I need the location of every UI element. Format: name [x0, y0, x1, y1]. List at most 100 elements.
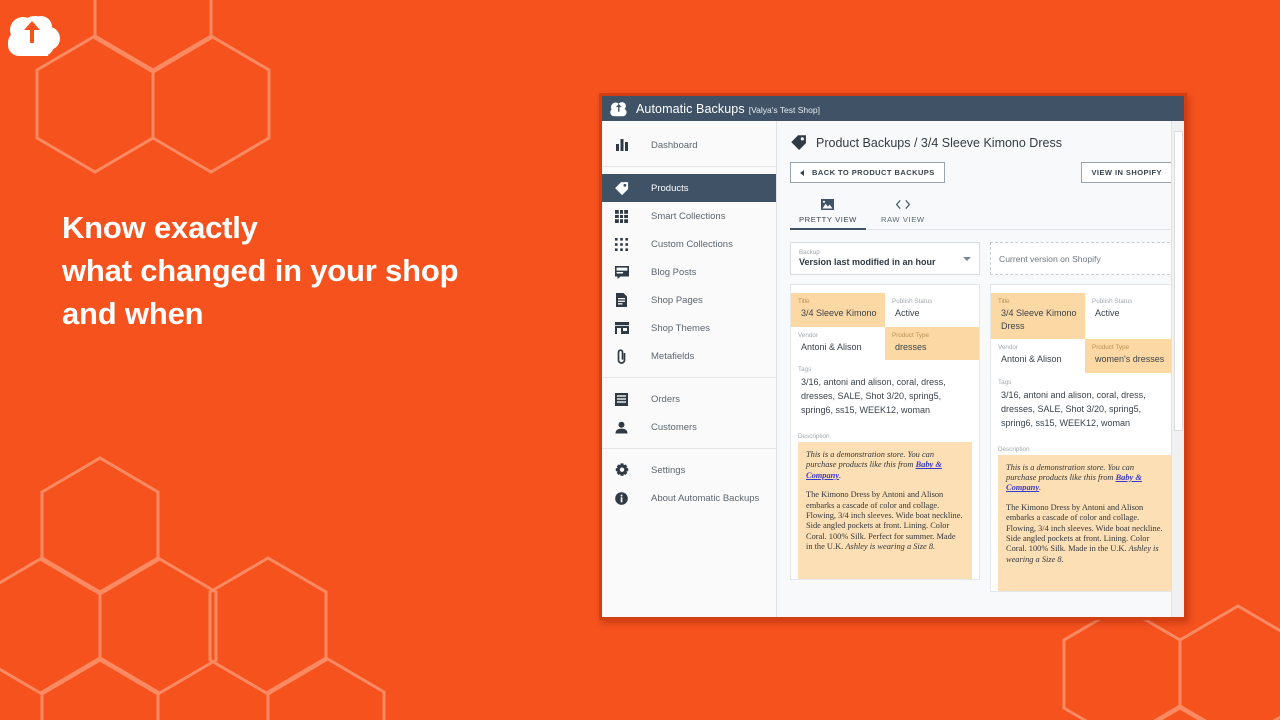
- field-title: Title 3/4 Sleeve Kimono: [791, 293, 885, 327]
- sidebar-item-label: Metafields: [651, 350, 695, 362]
- field-value: 3/16, antoni and alison, coral, dress, d…: [1001, 389, 1146, 428]
- description-body: This is a demonstration store. You can p…: [998, 454, 1172, 592]
- current-version-text: Current version on Shopify: [999, 253, 1101, 264]
- tag-icon: [613, 180, 630, 197]
- description-intro: This is a demonstration store. You can p…: [1006, 463, 1164, 494]
- backup-dropdown-value: Version last modified in an hour: [799, 257, 936, 267]
- backup-version-column: Backup Version last modified in an hour …: [790, 242, 980, 592]
- field-caption: Product Type: [1092, 344, 1129, 351]
- field-row: Tags 3/16, antoni and alison, coral, dre…: [791, 360, 979, 426]
- gear-icon: [613, 462, 630, 479]
- sidebar-item-orders[interactable]: Orders: [602, 385, 776, 413]
- field-publish-status: Publish Status Active: [885, 293, 979, 327]
- backup-fields-card: Title 3/4 Sleeve Kimono Publish Status A…: [790, 284, 980, 580]
- field-row: Tags 3/16, antoni and alison, coral, dre…: [991, 373, 1179, 439]
- field-row: Vendor Antoni & Alison Product Type wome…: [991, 339, 1179, 373]
- sidebar-item-customers[interactable]: Customers: [602, 413, 776, 441]
- sidebar-item-settings[interactable]: Settings: [602, 456, 776, 484]
- store-icon: [613, 320, 630, 337]
- vertical-scrollbar[interactable]: [1171, 121, 1184, 617]
- version-comparison: Backup Version last modified in an hour …: [790, 242, 1180, 593]
- sidebar-item-custom-collections[interactable]: Custom Collections: [602, 230, 776, 258]
- field-caption: Vendor: [998, 344, 1018, 351]
- info-icon: [613, 490, 630, 507]
- sidebar-item-label: Shop Themes: [651, 322, 710, 334]
- description-italic-tail: Ashley is wearing a Size 8.: [845, 542, 936, 552]
- field-publish-status: Publish Status Active: [1085, 293, 1179, 339]
- field-row: Vendor Antoni & Alison Product Type dres…: [791, 326, 979, 360]
- description-paragraph: The Kimono Dress by Antoni and Alison em…: [806, 490, 964, 552]
- tab-pretty-view[interactable]: PRETTY VIEW: [790, 197, 866, 230]
- tag-icon: [791, 135, 806, 150]
- field-value: 3/4 Sleeve Kimono: [801, 308, 877, 318]
- tab-label: RAW VIEW: [880, 215, 925, 224]
- action-row: BACK TO PRODUCT BACKUPS VIEW IN SHOPIFY: [790, 162, 1172, 183]
- page-title: Product Backups / 3/4 Sleeve Kimono Dres…: [816, 135, 1062, 150]
- marketing-headline: Know exactly what changed in your shop a…: [62, 206, 562, 335]
- current-version-column: Current version on Shopify Title 3/4 Sle…: [990, 242, 1180, 593]
- field-tags: Tags 3/16, antoni and alison, coral, dre…: [991, 373, 1179, 439]
- description-intro-tail: .: [1039, 483, 1042, 493]
- field-tags: Tags 3/16, antoni and alison, coral, dre…: [791, 360, 979, 426]
- window-body: Dashboard Products Smart Collections Cus…: [602, 121, 1184, 617]
- sidebar-item-smart-collections[interactable]: Smart Collections: [602, 202, 776, 230]
- sidebar-group-overview: Dashboard: [602, 127, 776, 163]
- tab-raw-view[interactable]: RAW VIEW: [872, 197, 934, 229]
- sidebar-item-label: Shop Pages: [651, 294, 703, 306]
- sidebar-item-shop-pages[interactable]: Shop Pages: [602, 286, 776, 314]
- sidebar-item-label: Dashboard: [651, 139, 698, 151]
- field-value: Antoni & Alison: [801, 341, 862, 352]
- description-intro: This is a demonstration store. You can p…: [806, 450, 964, 481]
- shop-name: [Valya's Test Shop]: [748, 104, 820, 115]
- bar-chart-icon: [613, 137, 630, 154]
- list-icon: [613, 391, 630, 408]
- backup-version-dropdown[interactable]: Backup Version last modified in an hour: [790, 242, 980, 275]
- tab-label: PRETTY VIEW: [799, 215, 857, 224]
- field-value: dresses: [895, 341, 927, 352]
- view-tabs: PRETTY VIEW RAW VIEW: [790, 197, 1172, 230]
- sidebar-group-commerce: Orders Customers: [602, 381, 776, 445]
- field-description: Description This is a demonstration stor…: [991, 439, 1179, 592]
- field-caption: Publish Status: [892, 298, 933, 305]
- chevron-left-icon: [800, 169, 804, 176]
- field-product-type: Product Type women's dresses: [1085, 339, 1179, 373]
- view-in-shopify-button[interactable]: VIEW IN SHOPIFY: [1081, 162, 1172, 183]
- sidebar-item-dashboard[interactable]: Dashboard: [602, 131, 776, 159]
- sidebar: Dashboard Products Smart Collections Cus…: [602, 121, 777, 617]
- current-fields-card: Title 3/4 Sleeve Kimono Dress Publish St…: [990, 284, 1180, 593]
- grid-small-icon: [613, 236, 630, 253]
- field-product-type: Product Type dresses: [885, 326, 979, 360]
- field-value: Antoni & Alison: [1001, 354, 1062, 364]
- sidebar-group-system: Settings About Automatic Backups: [602, 452, 776, 516]
- current-version-label: Current version on Shopify: [990, 242, 1180, 275]
- sidebar-divider: [602, 377, 776, 378]
- cloud-upload-icon: [610, 102, 627, 117]
- field-caption: Tags: [998, 378, 1012, 386]
- person-icon: [613, 419, 630, 436]
- description-body: This is a demonstration store. You can p…: [798, 442, 972, 579]
- sidebar-item-shop-themes[interactable]: Shop Themes: [602, 314, 776, 342]
- headline-line-2: what changed in your shop: [62, 253, 459, 288]
- field-caption: Product Type: [892, 331, 929, 339]
- window-titlebar: Automatic Backups [Valya's Test Shop]: [602, 96, 1184, 121]
- back-to-product-backups-button[interactable]: BACK TO PRODUCT BACKUPS: [790, 162, 945, 183]
- sidebar-divider: [602, 448, 776, 449]
- field-caption: Description: [998, 445, 1030, 453]
- scrollbar-thumb[interactable]: [1174, 131, 1183, 431]
- sidebar-item-label: About Automatic Backups: [651, 492, 760, 504]
- field-vendor: Vendor Antoni & Alison: [991, 339, 1085, 373]
- comment-icon: [613, 264, 630, 281]
- field-caption: Title: [998, 298, 1010, 305]
- paperclip-icon: [613, 348, 630, 365]
- field-value: 3/4 Sleeve Kimono Dress: [1001, 308, 1077, 331]
- sidebar-item-metafields[interactable]: Metafields: [602, 342, 776, 370]
- chevron-down-icon: [963, 256, 971, 261]
- sidebar-item-blog-posts[interactable]: Blog Posts: [602, 258, 776, 286]
- sidebar-item-label: Orders: [651, 393, 681, 405]
- sidebar-item-about[interactable]: About Automatic Backups: [602, 484, 776, 512]
- app-window: Automatic Backups [Valya's Test Shop] Da…: [599, 93, 1187, 620]
- sidebar-divider: [602, 166, 776, 167]
- field-caption: Publish Status: [1092, 298, 1133, 305]
- sidebar-item-label: Settings: [651, 464, 686, 476]
- sidebar-item-products[interactable]: Products: [602, 174, 776, 202]
